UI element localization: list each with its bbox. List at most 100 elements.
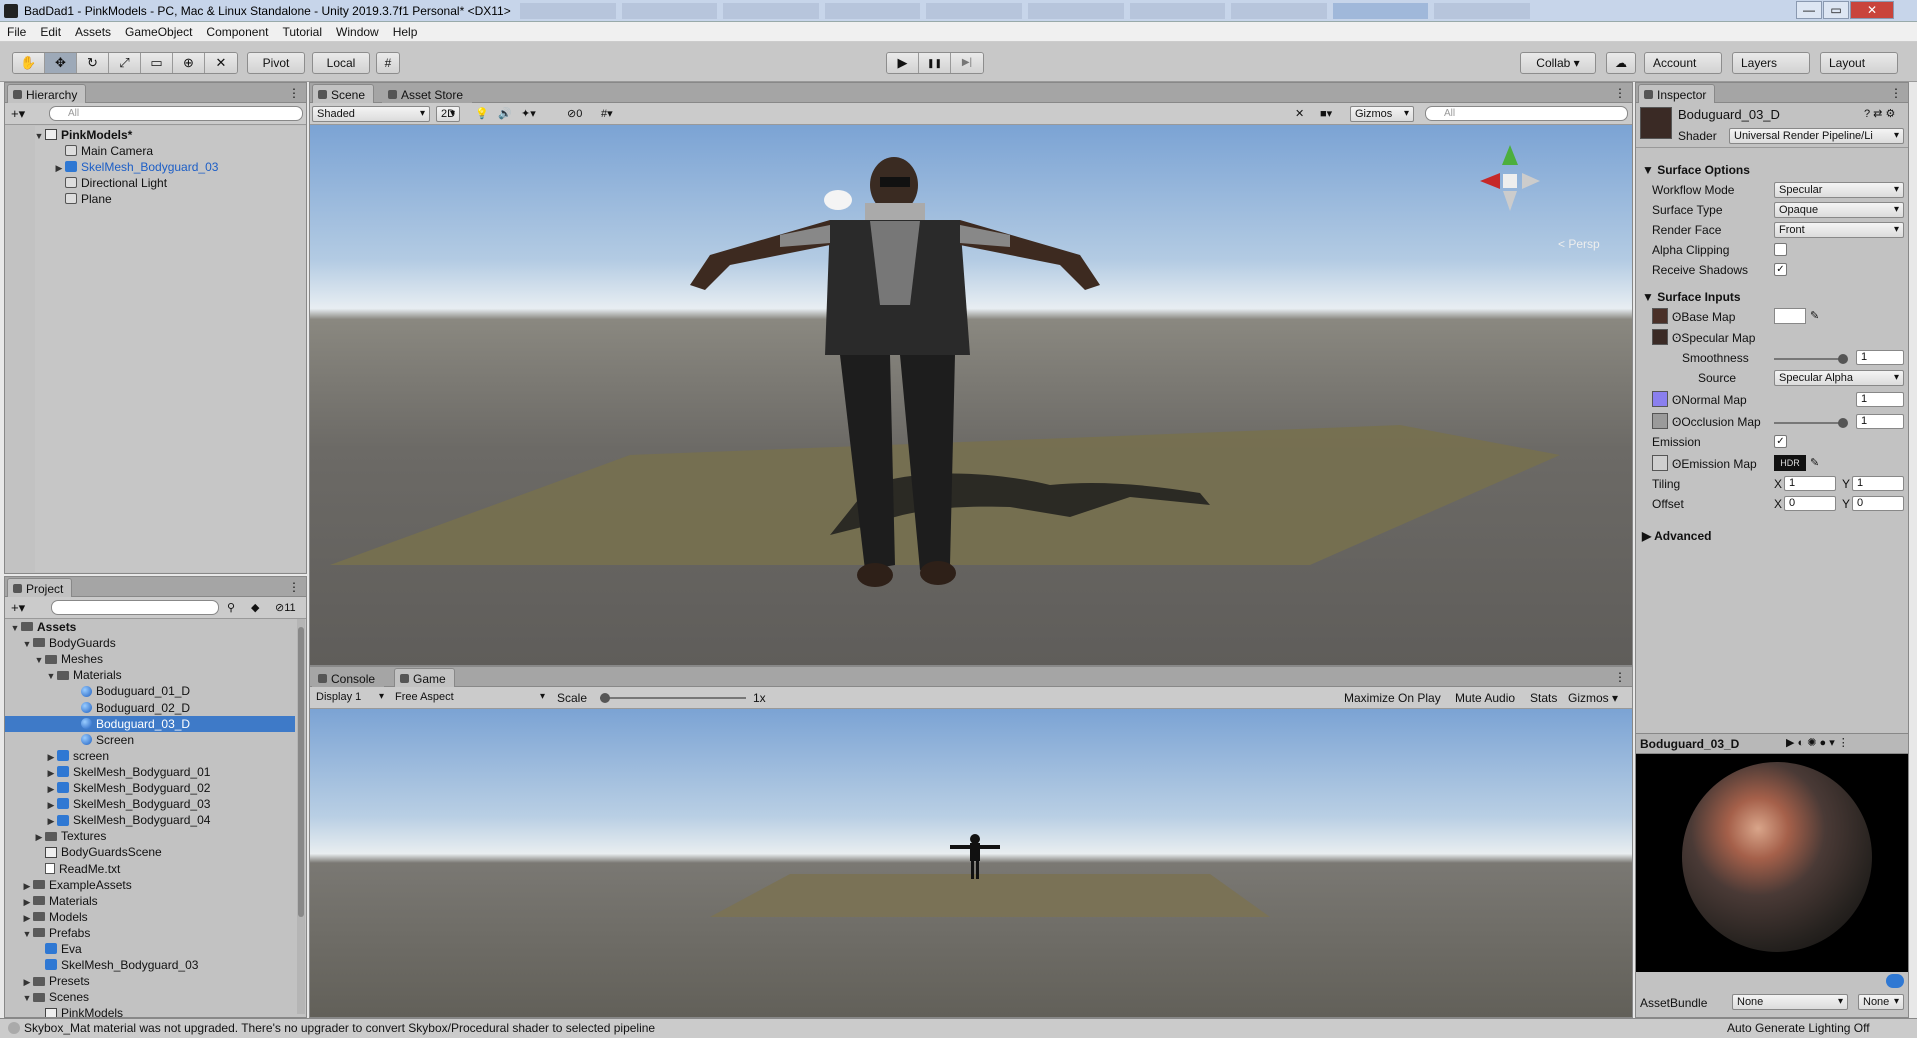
project-tree-item[interactable]: ReadMe.txt (5, 861, 295, 877)
smoothness-field[interactable]: 1 (1856, 350, 1904, 365)
hidden-objects-count[interactable]: ⊘0 (567, 107, 582, 120)
project-tree-item[interactable]: Boduguard_02_D (5, 700, 295, 716)
game-gizmos-dropdown[interactable]: Gizmos ▾ (1568, 691, 1618, 705)
project-tree-item[interactable]: ▼ Scenes (5, 989, 295, 1005)
hidden-count[interactable]: ⊘11 (275, 601, 296, 614)
close-button[interactable]: ✕ (1850, 1, 1894, 19)
collab-dropdown[interactable]: Collab ▾ (1520, 52, 1596, 74)
emission-hdr-swatch[interactable]: HDR (1774, 455, 1806, 471)
project-tree-item[interactable]: Boduguard_03_D (5, 715, 295, 732)
project-tree-item[interactable]: ▼ Meshes (5, 651, 295, 667)
occlusion-field[interactable]: 1 (1856, 414, 1904, 429)
occlusion-slider[interactable] (1774, 418, 1848, 428)
shading-mode-dropdown[interactable]: Shaded (312, 106, 430, 122)
project-tree-item[interactable]: ▶ Textures (5, 828, 295, 844)
rect-tool-icon[interactable]: ▭ (141, 53, 173, 73)
menu-tutorial[interactable]: Tutorial (275, 22, 329, 41)
base-map-slot[interactable] (1652, 308, 1668, 324)
display-dropdown[interactable]: Display 1 (312, 690, 388, 706)
maximize-on-play-toggle[interactable]: Maximize On Play (1344, 691, 1441, 705)
smoothness-slider[interactable] (1774, 354, 1848, 364)
source-dropdown[interactable]: Specular Alpha (1774, 370, 1904, 386)
panel-menu-icon[interactable]: ⋮ (1614, 670, 1626, 684)
tab-scene[interactable]: Scene (312, 84, 375, 103)
scene-viewport[interactable]: < Persp (310, 125, 1632, 665)
2d-toggle[interactable]: 2D (436, 106, 460, 122)
rotate-tool-icon[interactable]: ↻ (77, 53, 109, 73)
menu-window[interactable]: Window (329, 22, 386, 41)
pivot-toggle[interactable]: Pivot (247, 52, 305, 74)
hierarchy-item[interactable]: Directional Light (65, 175, 167, 191)
project-tree-item[interactable]: ▶ SkelMesh_Bodyguard_02 (5, 780, 295, 796)
aspect-dropdown[interactable]: Free Aspect (391, 690, 549, 706)
project-tree-item[interactable]: ▼ Assets (5, 619, 295, 635)
status-message[interactable]: Skybox_Mat material was not upgraded. Th… (24, 1019, 655, 1038)
menu-assets[interactable]: Assets (68, 22, 118, 41)
emission-map-slot[interactable] (1652, 455, 1668, 471)
move-tool-icon[interactable]: ✥ (45, 53, 77, 73)
tab-asset-store[interactable]: Asset Store (382, 84, 473, 103)
project-tree-item[interactable]: ▶ SkelMesh_Bodyguard_01 (5, 764, 295, 780)
tiling-y-field[interactable]: 1 (1852, 476, 1904, 491)
project-tree-item[interactable]: ▶ Models (5, 909, 295, 925)
offset-y-field[interactable]: 0 (1852, 496, 1904, 511)
project-tab[interactable]: Project (7, 578, 73, 597)
project-tree-item[interactable]: ▼ BodyGuards (5, 635, 295, 651)
occlusion-map-slot[interactable] (1652, 413, 1668, 429)
panel-menu-icon[interactable]: ⋮ (288, 86, 300, 100)
create-add-icon[interactable]: +▾ (11, 106, 25, 122)
project-scrollbar[interactable] (297, 619, 305, 1014)
preview-controls[interactable]: ▶ ◐ ✺ ● ▾ ⋮ (1786, 736, 1849, 749)
filter-label-icon[interactable]: ◆ (251, 601, 259, 614)
surface-options-header[interactable]: ▼ Surface Options (1642, 163, 1750, 177)
base-color-swatch[interactable] (1774, 308, 1806, 324)
scene-root[interactable]: ▼ PinkModels* (33, 127, 133, 143)
menu-file[interactable]: File (0, 22, 33, 41)
hierarchy-item[interactable]: Plane (65, 191, 112, 207)
project-tree-item[interactable]: ▶ Presets (5, 973, 295, 989)
workflow-dropdown[interactable]: Specular (1774, 182, 1904, 198)
header-icons[interactable]: ? ⇄ ⚙ (1864, 107, 1895, 120)
layout-dropdown[interactable]: Layout (1820, 52, 1898, 74)
project-tree-item[interactable]: ▼ Materials (5, 667, 295, 683)
receive-shadows-checkbox[interactable]: ✓ (1774, 263, 1787, 276)
project-tree-item[interactable]: PinkModels (5, 1005, 295, 1017)
normal-scale-field[interactable]: 1 (1856, 392, 1904, 407)
menu-help[interactable]: Help (386, 22, 425, 41)
grid-toggle-icon[interactable]: #▾ (601, 107, 613, 120)
scale-tool-icon[interactable]: ⤢ (109, 53, 141, 73)
scale-slider[interactable] (600, 693, 746, 703)
assetbundle-variant-dropdown[interactable]: None (1858, 994, 1904, 1010)
offset-x-field[interactable]: 0 (1784, 496, 1836, 511)
normal-map-slot[interactable] (1652, 391, 1668, 407)
emission-checkbox[interactable]: ✓ (1774, 435, 1787, 448)
project-tree-item[interactable]: ▼ Prefabs (5, 925, 295, 941)
tiling-x-field[interactable]: 1 (1784, 476, 1836, 491)
game-viewport[interactable] (310, 709, 1632, 1017)
surface-inputs-header[interactable]: ▼ Surface Inputs (1642, 290, 1741, 304)
minimize-button[interactable]: — (1796, 1, 1822, 19)
project-tree-item[interactable]: ▶ ExampleAssets (5, 877, 295, 893)
project-tree-item[interactable]: ▶ screen (5, 748, 295, 764)
stats-toggle[interactable]: Stats (1530, 691, 1557, 705)
label-tag-icon[interactable] (1886, 974, 1904, 988)
project-tree-item[interactable]: Boduguard_01_D (5, 683, 295, 699)
lighting-toggle-icon[interactable]: 💡 (475, 107, 489, 120)
panel-menu-icon[interactable]: ⋮ (1614, 86, 1626, 100)
account-dropdown[interactable]: Account (1644, 52, 1722, 74)
snap-icon[interactable]: # (376, 52, 400, 74)
specular-map-slot[interactable] (1652, 329, 1668, 345)
tab-game[interactable]: Game (394, 668, 455, 687)
inspector-tab[interactable]: Inspector (1638, 84, 1716, 103)
create-add-icon[interactable]: +▾ (11, 600, 25, 616)
alpha-clipping-checkbox[interactable] (1774, 243, 1787, 256)
panel-menu-icon[interactable]: ⋮ (1890, 86, 1902, 100)
hierarchy-search[interactable]: All (49, 106, 303, 121)
play-button[interactable]: ▶ (887, 53, 919, 73)
mute-audio-toggle[interactable]: Mute Audio (1455, 691, 1515, 705)
lighting-status[interactable]: Auto Generate Lighting Off (1727, 1019, 1870, 1038)
transform-tool-icon[interactable]: ⊕ (173, 53, 205, 73)
menu-edit[interactable]: Edit (33, 22, 68, 41)
project-tree-item[interactable]: ▶ Materials (5, 893, 295, 909)
pause-button[interactable]: ❚❚ (919, 53, 951, 73)
